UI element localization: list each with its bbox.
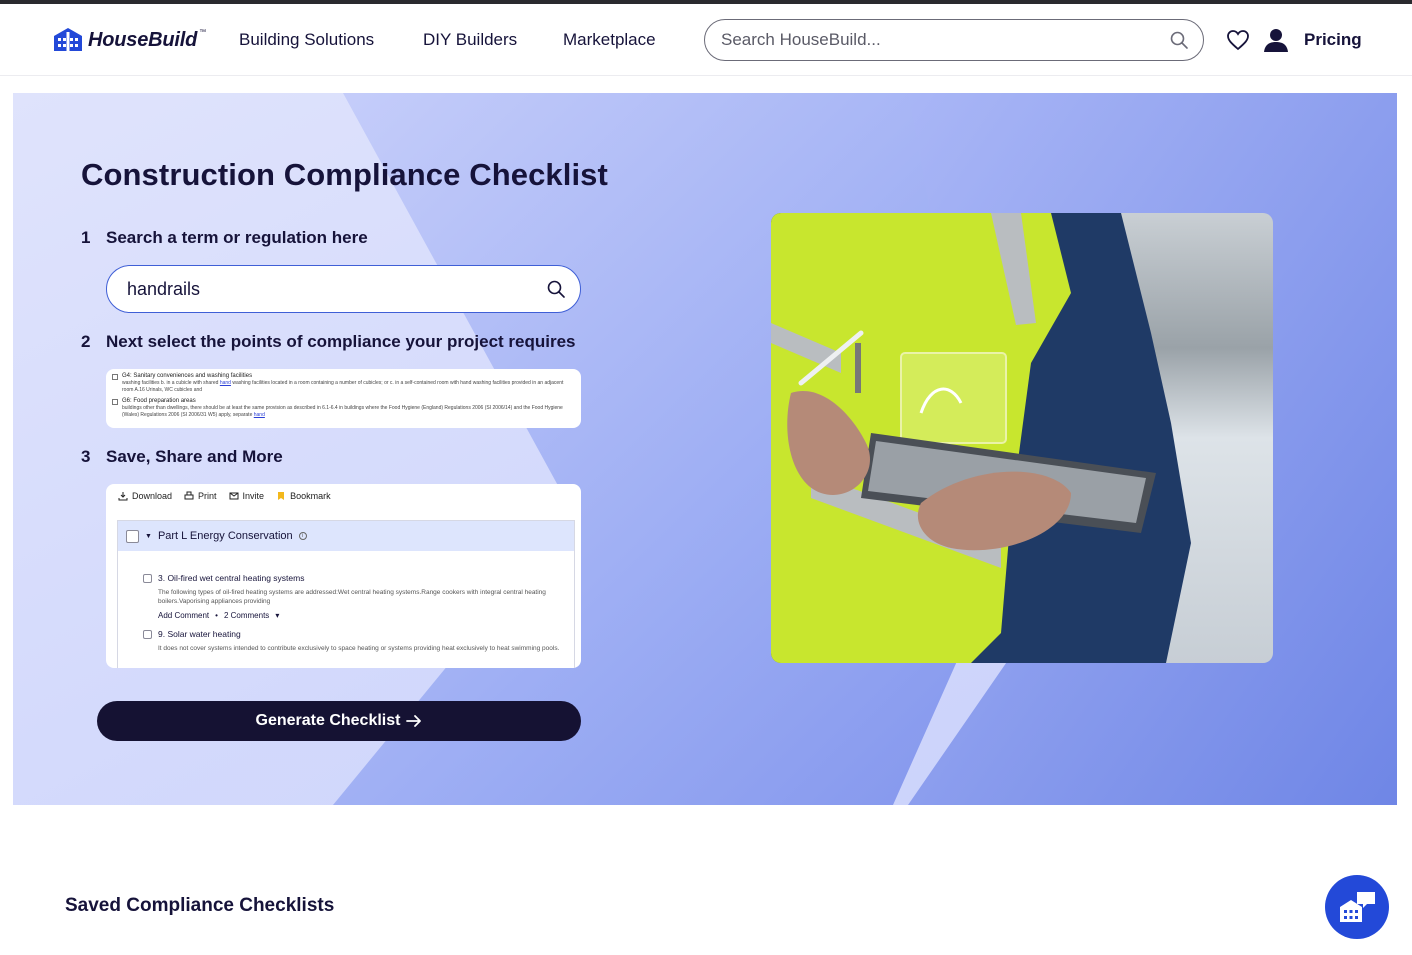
download-icon <box>118 492 128 501</box>
step-number: 2 <box>81 332 91 351</box>
checkbox <box>143 573 152 583</box>
checkbox <box>112 399 118 405</box>
save-share-preview: Download Print Invite Bookmark ▼ Part L … <box>106 484 581 668</box>
checkbox <box>143 629 152 639</box>
list-item: G6: Food preparation areas <box>112 397 575 405</box>
checkbox <box>112 374 118 380</box>
brand-name: HouseBuild <box>88 29 198 51</box>
separator: • <box>215 611 218 620</box>
item-description: It does not cover systems intended to co… <box>158 645 560 652</box>
term-search <box>106 265 581 313</box>
add-comment-link: Add Comment <box>158 611 210 620</box>
item-text: buildings other than dwellings, there sh… <box>122 405 563 418</box>
step-number: 1 <box>81 228 91 247</box>
user-icon[interactable] <box>1262 27 1290 53</box>
chat-button[interactable] <box>1325 875 1389 939</box>
page-title: Construction Compliance Checklist <box>81 157 608 192</box>
term-search-input[interactable] <box>127 278 546 300</box>
generate-label: Generate Checklist <box>255 712 401 729</box>
site-search <box>704 19 1204 61</box>
download-tool: Download <box>118 491 172 501</box>
caret-down-icon: ▼ <box>145 532 152 540</box>
bookmark-icon <box>278 492 285 500</box>
nav-diy-builders[interactable]: DIY Builders <box>423 30 517 50</box>
nav-building-solutions[interactable]: Building Solutions <box>239 30 374 50</box>
item-description: The following types of oil-fired heating… <box>158 589 546 605</box>
info-icon: i <box>298 532 307 540</box>
item-actions: Add Comment • 2 Comments ▾ <box>158 611 279 620</box>
heart-icon[interactable] <box>1226 29 1250 51</box>
search-icon[interactable] <box>546 279 566 299</box>
site-search-input[interactable] <box>721 30 1169 50</box>
saved-checklists-title: Saved Compliance Checklists <box>65 895 335 916</box>
step-label: Save, Share and More <box>106 447 283 466</box>
item-title: 9. Solar water heating <box>158 629 241 639</box>
print-icon <box>184 491 194 500</box>
worker-tablet-illustration <box>771 213 1273 663</box>
bookmark-tool: Bookmark <box>276 491 331 501</box>
house-logo-icon <box>54 28 82 51</box>
chat-house-icon <box>1340 892 1375 922</box>
checklist-section: ▼ Part L Energy Conservation i 3. Oil-fi… <box>117 520 575 668</box>
preview-toolbar: Download Print Invite Bookmark <box>118 491 331 501</box>
section-header: ▼ Part L Energy Conservation i <box>118 521 574 551</box>
compliance-points-preview: G4: Sanitary conveniences and washing fa… <box>106 369 581 428</box>
section-title: Part L Energy Conservation <box>157 530 293 542</box>
step-label: Next select the points of compliance you… <box>106 332 576 351</box>
site-header: HouseBuild ™ Building Solutions DIY Buil… <box>0 4 1412 76</box>
checklist-item: 9. Solar water heating <box>143 629 241 639</box>
step-label: Search a term or regulation here <box>106 228 368 247</box>
caret-down-icon: ▾ <box>275 611 280 620</box>
checkbox <box>126 529 139 543</box>
step-1: 1 Search a term or regulation here <box>81 228 368 248</box>
step-number: 3 <box>81 447 91 466</box>
item-title: G4: Sanitary conveniences and washing fa… <box>122 373 253 379</box>
nav-pricing[interactable]: Pricing <box>1304 30 1362 50</box>
checklist-item: 3. Oil-fired wet central heating systems <box>143 573 304 583</box>
arrow-right-icon <box>406 715 422 727</box>
mail-icon <box>229 492 239 500</box>
step-3: 3 Save, Share and More <box>81 447 283 467</box>
invite-tool: Invite <box>229 491 264 501</box>
step-2: 2 Next select the points of compliance y… <box>81 332 576 352</box>
comments-count: 2 Comments <box>223 611 270 620</box>
hero-section: Construction Compliance Checklist 1 Sear… <box>13 93 1397 805</box>
generate-checklist-button[interactable]: Generate Checklist <box>97 701 581 741</box>
nav-marketplace[interactable]: Marketplace <box>563 30 656 50</box>
print-tool: Print <box>184 491 217 501</box>
item-text: washing facilities b. in a cubicle with … <box>122 380 564 393</box>
item-title: 3. Oil-fired wet central heating systems <box>158 573 305 583</box>
housebuild-logo[interactable]: HouseBuild ™ <box>52 26 208 52</box>
worker-tablet-photo <box>771 213 1273 663</box>
brand-trademark: ™ <box>199 29 207 36</box>
list-item: G4: Sanitary conveniences and washing fa… <box>112 372 575 380</box>
search-icon[interactable] <box>1169 30 1189 50</box>
item-title: G6: Food preparation areas <box>122 398 196 404</box>
